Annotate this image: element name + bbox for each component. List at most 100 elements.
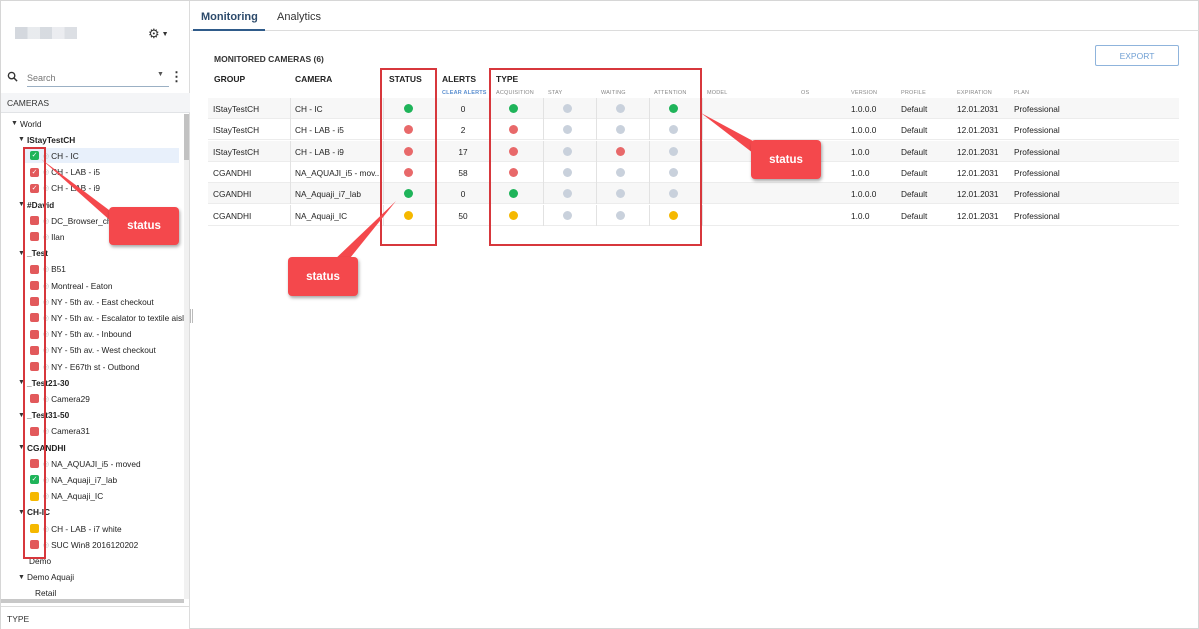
- gear-icon: ⚙: [148, 26, 160, 41]
- clear-alerts-link[interactable]: CLEAR ALERTS: [442, 90, 487, 96]
- panel-splitter[interactable]: [190, 309, 193, 323]
- tree-camera-label: NA_Aquaji_IC: [51, 491, 104, 502]
- tree-camera-item[interactable]: ✓ ◎ CH - LAB - i5: [30, 165, 184, 180]
- column-separator: [290, 161, 291, 183]
- tree-camera-label: DC_Browser_ch: [51, 215, 112, 226]
- type-section-header[interactable]: TYPE: [1, 606, 190, 629]
- annotation-callout-tree: status: [109, 207, 179, 245]
- tree-camera-item[interactable]: ◎ NY - 5th av. - East checkout: [30, 294, 184, 309]
- cell-camera: NA_Aquaji_i7_lab: [295, 189, 361, 200]
- tree-camera-item[interactable]: ✓ ◎ CH - LAB - i9: [30, 181, 184, 196]
- tree-camera-label: NY - 5th av. - East checkout: [51, 296, 154, 307]
- active-tab-indicator: [193, 29, 265, 31]
- cell-alerts: 0: [460, 189, 466, 200]
- tree-camera-item[interactable]: ◎ NY - E67th st - Outbond: [30, 359, 184, 374]
- cell-version: 1.0.0: [851, 167, 870, 178]
- cell-camera: CH - IC: [295, 104, 323, 114]
- cell-plan: Professional: [1014, 104, 1060, 114]
- tree-camera-item[interactable]: ◎ Camera31: [30, 424, 184, 439]
- cell-profile: Default: [901, 189, 928, 200]
- column-separator: [290, 183, 291, 205]
- col-version: VERSION: [851, 90, 878, 96]
- tree-camera-label: CH - LAB - i7 white: [51, 523, 122, 534]
- cell-group: IStayTestCH: [213, 125, 260, 136]
- tree-camera-item[interactable]: ◎ Camera29: [30, 391, 184, 406]
- cell-version: 1.0.0: [851, 210, 870, 221]
- caret-down-icon[interactable]: ▼: [11, 120, 20, 127]
- tab-analytics[interactable]: Analytics: [277, 11, 321, 23]
- cell-profile: Default: [901, 125, 928, 136]
- search-bar: ▼ ⋮: [7, 69, 183, 87]
- tree-scrollbar-thumb[interactable]: [184, 114, 189, 160]
- column-separator: [702, 204, 703, 226]
- cell-alerts: 17: [458, 146, 468, 157]
- cell-alerts: 2: [460, 125, 466, 136]
- tree-camera-item[interactable]: ◎ B51: [30, 262, 184, 277]
- tree-camera-item[interactable]: ◎ NA_AQUAJI_i5 - moved: [30, 456, 184, 471]
- caret-down-icon[interactable]: ▼: [18, 136, 27, 143]
- cell-camera: CH - LAB - i5: [295, 125, 344, 136]
- tree-camera-item[interactable]: ◎ NY - 5th av. - West checkout: [30, 343, 184, 358]
- tree-camera-label: NY - 5th av. - West checkout: [51, 345, 156, 356]
- caret-down-icon[interactable]: ▼: [18, 574, 27, 581]
- column-separator: [702, 183, 703, 205]
- column-separator: [290, 119, 291, 141]
- page-title: MONITORED CAMERAS (6): [214, 54, 324, 64]
- cell-camera: NA_AQUAJI_i5 - mov...: [295, 167, 382, 178]
- cell-version: 1.0.0.0: [851, 189, 877, 200]
- col-plan: PLAN: [1014, 90, 1030, 96]
- cell-group: CGANDHI: [213, 167, 252, 178]
- col-group[interactable]: GROUP: [214, 74, 245, 84]
- column-separator: [702, 161, 703, 183]
- tree-camera-label: Ilan: [51, 231, 65, 242]
- col-os: OS: [801, 90, 810, 96]
- annotation-box-type-columns: [489, 68, 702, 246]
- cell-alerts: 0: [460, 104, 466, 114]
- tree-camera-item[interactable]: ✓ ◎ NA_Aquaji_i7_lab: [30, 472, 184, 487]
- tree-horizontal-scrollbar[interactable]: [1, 599, 184, 603]
- column-separator: [290, 98, 291, 119]
- cell-camera: CH - LAB - i9: [295, 146, 344, 157]
- cell-expiration: 12.01.2031: [957, 125, 999, 136]
- tree-camera-item[interactable]: ◎ SUC Win8 2016120202: [30, 537, 184, 552]
- tree-node-subroot[interactable]: ▼ Demo Aquaji: [18, 570, 74, 585]
- tree-leaf-label: Retail: [35, 588, 57, 599]
- settings-menu-button[interactable]: ⚙ ▼: [148, 26, 169, 42]
- column-separator: [702, 140, 703, 162]
- cell-version: 1.0.0.0: [851, 125, 877, 136]
- cell-group: CGANDHI: [213, 210, 252, 221]
- tree-camera-label: NY - 5th av. - Escalator to textile aisl: [51, 312, 184, 323]
- tree-camera-item[interactable]: ◎ Montreal - Eaton: [30, 278, 184, 293]
- tree-camera-item[interactable]: ◎ CH - LAB - i7 white: [30, 521, 184, 536]
- tree-camera-item[interactable]: ◎ NY - 5th av. - Inbound: [30, 327, 184, 342]
- cell-profile: Default: [901, 104, 928, 114]
- column-separator: [702, 98, 703, 119]
- tree-camera-label: SUC Win8 2016120202: [51, 539, 139, 550]
- more-vert-icon[interactable]: ⋮: [170, 69, 183, 85]
- tree-camera-item[interactable]: ✓ ◎ CH - IC: [25, 148, 179, 164]
- cell-version: 1.0.0: [851, 146, 870, 157]
- tree-camera-item[interactable]: ◎ NY - 5th av. - Escalator to textile ais…: [30, 310, 184, 325]
- tree-camera-item[interactable]: ◎ NA_Aquaji_IC: [30, 489, 184, 504]
- search-icon: [7, 71, 18, 82]
- tree-node-label: World: [20, 118, 42, 129]
- search-dropdown-icon[interactable]: ▼: [157, 71, 164, 78]
- cell-profile: Default: [901, 146, 928, 157]
- cell-profile: Default: [901, 210, 928, 221]
- search-input[interactable]: [27, 69, 169, 87]
- tree-group[interactable]: ▼ IStayTestCH: [18, 132, 75, 147]
- tree-leaf[interactable]: Retail: [35, 586, 56, 599]
- tree-group-label: IStayTestCH: [27, 134, 76, 145]
- col-profile: PROFILE: [901, 90, 926, 96]
- cell-version: 1.0.0.0: [851, 104, 877, 114]
- col-alerts[interactable]: ALERTS: [442, 74, 476, 84]
- cell-alerts: 58: [458, 167, 468, 178]
- tab-monitoring[interactable]: Monitoring: [201, 11, 258, 23]
- cell-plan: Professional: [1014, 189, 1060, 200]
- col-camera[interactable]: CAMERA: [295, 74, 332, 84]
- tree-scrollbar-track[interactable]: [184, 114, 189, 599]
- tree-node-root[interactable]: ▼ World: [11, 116, 42, 131]
- cell-expiration: 12.01.2031: [957, 189, 999, 200]
- cell-plan: Professional: [1014, 146, 1060, 157]
- export-button[interactable]: EXPORT: [1095, 45, 1179, 66]
